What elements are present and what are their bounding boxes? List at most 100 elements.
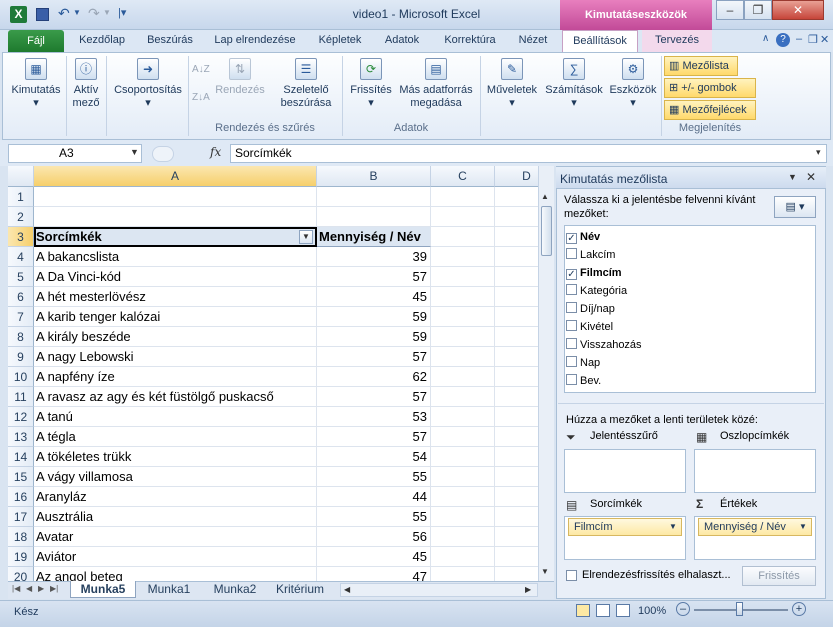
checked-checkbox-icon[interactable]: ✓ — [566, 233, 577, 244]
table-cell-count[interactable]: 45 — [317, 547, 431, 567]
table-cell-count[interactable]: 62 — [317, 367, 431, 387]
update-button[interactable]: Frissítés — [742, 566, 816, 586]
chip-dropdown-icon[interactable]: ▼ — [799, 519, 807, 535]
column-header-b[interactable]: B — [317, 166, 431, 187]
field-item[interactable]: Kategória — [566, 282, 627, 300]
row-header[interactable]: 7 — [8, 307, 34, 327]
table-cell-empty[interactable] — [431, 567, 495, 581]
field-headers-toggle[interactable]: ▦ Mezőfejlécek — [664, 100, 756, 120]
table-cell-title[interactable]: Ausztrália — [34, 507, 317, 527]
tab-options[interactable]: Beállítások — [562, 30, 638, 53]
checkbox-icon[interactable] — [566, 374, 577, 385]
column-header-c[interactable]: C — [431, 166, 495, 187]
row-header[interactable]: 6 — [8, 287, 34, 307]
row-header[interactable]: 1 — [8, 187, 34, 207]
checked-checkbox-icon[interactable]: ✓ — [566, 269, 577, 280]
checkbox-icon[interactable] — [566, 320, 577, 331]
scroll-thumb[interactable] — [541, 206, 552, 256]
page-break-view-icon[interactable] — [616, 604, 630, 617]
zoom-in-icon[interactable]: + — [792, 602, 806, 616]
table-cell-title[interactable]: A nagy Lebowski — [34, 347, 317, 367]
table-cell-empty[interactable] — [495, 487, 538, 507]
normal-view-icon[interactable] — [576, 604, 590, 617]
table-cell-count[interactable]: 55 — [317, 467, 431, 487]
table-cell-empty[interactable] — [431, 387, 495, 407]
table-cell-empty[interactable] — [431, 367, 495, 387]
workbook-minimize-icon[interactable]: – — [796, 33, 802, 45]
sheet-tab-munka1[interactable]: Munka1 — [138, 581, 200, 598]
table-cell-empty[interactable] — [495, 367, 538, 387]
table-cell-count[interactable] — [317, 187, 431, 207]
row-header[interactable]: 10 — [8, 367, 34, 387]
table-cell-empty[interactable] — [431, 207, 495, 227]
row-header[interactable]: 17 — [8, 507, 34, 527]
pivot-row-labels-header[interactable]: Sorcímkék — [34, 227, 317, 247]
table-cell-empty[interactable] — [495, 567, 538, 581]
sort-az-button[interactable]: A↓Z — [192, 64, 210, 75]
field-item[interactable]: Lakcím — [566, 246, 615, 264]
field-layout-button[interactable]: ▤ ▾ — [774, 196, 816, 218]
expand-formula-bar-icon[interactable]: ▾ — [816, 147, 821, 158]
calculations-button[interactable]: ∑ Számítások ▾ — [544, 58, 604, 110]
row-header[interactable]: 3 — [8, 227, 34, 247]
tab-home[interactable]: Kezdőlap — [70, 30, 134, 52]
row-header[interactable]: 18 — [8, 527, 34, 547]
row-header[interactable]: 13 — [8, 427, 34, 447]
table-cell-empty[interactable] — [431, 407, 495, 427]
row-header[interactable]: 19 — [8, 547, 34, 567]
table-cell-empty[interactable] — [495, 187, 538, 207]
table-cell-empty[interactable] — [431, 447, 495, 467]
sheet-nav-last-icon[interactable]: ▶| — [50, 584, 58, 593]
field-list-toggle[interactable]: ▥ Mezőlista — [664, 56, 738, 76]
table-cell-count[interactable]: 57 — [317, 427, 431, 447]
worksheet-grid[interactable]: A B C D 1 2 3 Sorcímkék ▼ Mennyiség / Név 4 A b… — [8, 166, 538, 581]
tab-formulas[interactable]: Képletek — [310, 30, 370, 52]
table-cell-title[interactable]: A vágy villamosa — [34, 467, 317, 487]
report-filter-area[interactable] — [564, 449, 686, 493]
scroll-right-icon[interactable]: ▶ — [525, 585, 531, 594]
tab-page-layout[interactable]: Lap elrendezése — [206, 30, 304, 52]
horizontal-scrollbar[interactable]: ◀ ▶ — [340, 583, 538, 597]
table-cell-empty[interactable] — [495, 527, 538, 547]
zoom-out-icon[interactable]: – — [676, 602, 690, 616]
scroll-up-icon[interactable]: ▲ — [541, 192, 549, 201]
field-item[interactable]: Visszahozás — [566, 336, 642, 354]
change-data-source-button[interactable]: ▤ Más adatforrás megadása — [396, 58, 476, 110]
table-cell-count[interactable]: 53 — [317, 407, 431, 427]
table-cell-empty[interactable] — [495, 427, 538, 447]
table-cell-empty[interactable] — [495, 327, 538, 347]
name-box-dropdown-icon[interactable]: ▼ — [130, 147, 139, 157]
row-header[interactable]: 5 — [8, 267, 34, 287]
table-cell-count[interactable]: 39 — [317, 247, 431, 267]
active-field-button[interactable]: ⓘ Aktív mező — [68, 58, 104, 110]
sheet-tab-munka2[interactable]: Munka2 — [204, 581, 266, 598]
tab-view[interactable]: Nézet — [510, 30, 556, 52]
field-item[interactable]: ✓ Név — [566, 228, 600, 246]
table-cell-empty[interactable] — [431, 227, 495, 247]
table-cell-empty[interactable] — [495, 387, 538, 407]
table-cell-count[interactable]: 57 — [317, 387, 431, 407]
row-header[interactable]: 15 — [8, 467, 34, 487]
row-header[interactable]: 2 — [8, 207, 34, 227]
table-cell-count[interactable]: 55 — [317, 507, 431, 527]
scroll-left-icon[interactable]: ◀ — [344, 585, 350, 594]
table-cell-title[interactable]: A tégla — [34, 427, 317, 447]
tab-design[interactable]: Tervezés — [642, 30, 712, 52]
restore-button[interactable]: ❐ — [744, 0, 772, 20]
table-cell-title[interactable] — [34, 207, 317, 227]
table-cell-empty[interactable] — [495, 267, 538, 287]
insert-function-icon[interactable]: fx — [210, 145, 221, 159]
value-field-chip[interactable]: Mennyiség / Név ▼ — [698, 518, 812, 536]
table-cell-empty[interactable] — [431, 507, 495, 527]
close-button[interactable]: ✕ — [772, 0, 824, 20]
field-item[interactable]: Nap — [566, 354, 600, 372]
table-cell-count[interactable]: 57 — [317, 347, 431, 367]
pane-close-icon[interactable]: ✕ — [806, 170, 816, 184]
table-cell-empty[interactable] — [495, 507, 538, 527]
table-cell-title[interactable]: A tanú — [34, 407, 317, 427]
help-icon[interactable]: ? — [776, 33, 790, 47]
scroll-down-icon[interactable]: ▼ — [541, 567, 549, 576]
row-header[interactable]: 9 — [8, 347, 34, 367]
table-cell-count[interactable]: 47 — [317, 567, 431, 581]
table-cell-empty[interactable] — [495, 547, 538, 567]
